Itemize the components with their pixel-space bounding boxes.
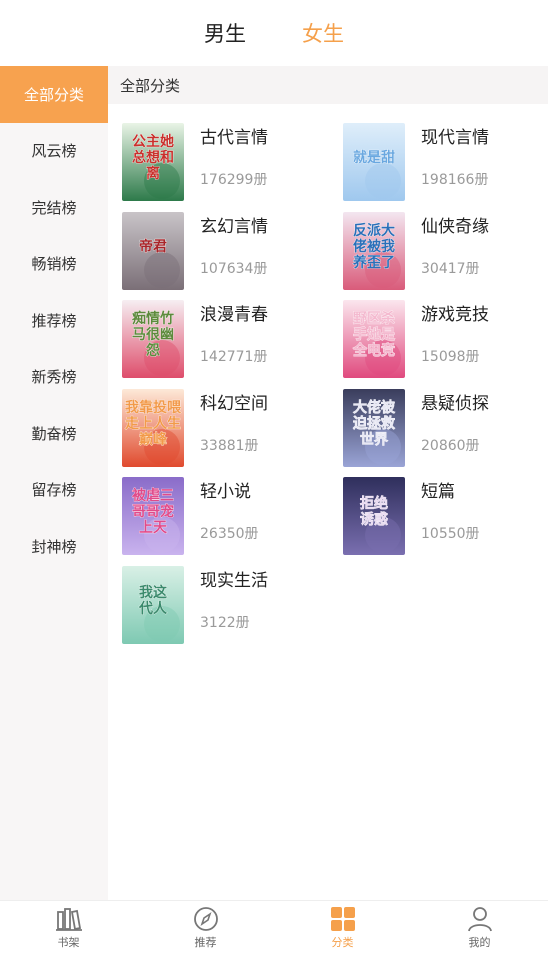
section-title: 全部分类 — [108, 66, 548, 104]
category-item[interactable]: 反派大 佬被我 养歪了 仙侠奇缘 30417册 — [343, 211, 543, 290]
cover-title-text: 马很幽 — [132, 326, 174, 343]
tab-recommend-label: 推荐 — [194, 936, 217, 949]
cover-title-text: 诱惑 — [360, 511, 388, 528]
sidebar-item-legend[interactable]: 封神榜 — [0, 518, 108, 575]
cover-title-text: 大佬被 — [353, 399, 396, 416]
book-cover-image: 就是甜 — [343, 123, 405, 201]
category-content: 全部分类 公主她 总想和离古代言情 176299册 就是甜 现代言情 198166册 帝君玄… — [108, 66, 548, 900]
category-name: 游戏竞技 — [421, 305, 489, 326]
category-count: 198166册 — [421, 172, 489, 188]
cover-title-text: 养歪了 — [352, 254, 395, 271]
category-item[interactable]: 大佬被 迫拯救 世界 悬疑侦探 20860册 — [343, 388, 543, 467]
category-item[interactable]: 我靠投喂 走上人生 巅峰 科幻空间 33881册 — [122, 388, 322, 467]
category-item[interactable]: 帝君 玄幻言情 107634册 — [122, 211, 322, 290]
bookshelf-icon — [55, 908, 82, 931]
category-count: 33881册 — [200, 437, 259, 454]
category-count: 15098册 — [421, 349, 480, 366]
book-cover-image: 大佬被 迫拯救 世界 — [343, 388, 405, 467]
tab-bookshelf-label: 书架 — [57, 936, 80, 949]
sidebar-item-bestseller[interactable]: 畅销榜 — [0, 236, 108, 293]
category-item[interactable]: 野区杀 手她是 全电竞 游戏竞技 15098册 — [343, 300, 543, 379]
category-count: 142771册 — [200, 349, 268, 366]
cover-title-text: 上天 — [139, 520, 168, 536]
cover-title-text: 迫拯救 — [352, 415, 396, 432]
cover-title-text: 野区杀 — [353, 310, 395, 327]
cover-title-text: 帝君 — [139, 238, 167, 255]
cover-title-text: 怨 — [145, 342, 160, 359]
sidebar-item-fengyun[interactable]: 风云榜 — [0, 123, 108, 180]
category-item[interactable]: 公主她 总想和离古代言情 176299册 — [122, 123, 322, 201]
cover-title-text: 我靠投喂 — [125, 399, 182, 416]
compass-icon — [193, 907, 218, 931]
category-count: 10550册 — [421, 526, 480, 543]
cover-title-text: 走上人生 — [125, 415, 181, 432]
tab-recommend[interactable]: 推荐 — [137, 901, 274, 955]
sidebar-item-retention[interactable]: 留存榜 — [0, 462, 108, 519]
cover-title-text: 公主她 — [132, 133, 174, 150]
tab-category-label: 分类 — [331, 936, 354, 949]
category-name: 玄幻言情 — [200, 216, 268, 237]
cover-title-text: 巅峰 — [139, 431, 168, 448]
cover-title-text: 佬被我 — [353, 238, 395, 255]
sidebar-item-recommend[interactable]: 推荐榜 — [0, 292, 108, 349]
grid-icon — [330, 907, 355, 931]
category-item[interactable]: 被虐三 哥哥宠 上天 轻小说 26350册 — [122, 477, 322, 556]
sidebar-item-all[interactable]: 全部分类 — [0, 66, 108, 123]
category-name: 仙侠奇缘 — [421, 216, 489, 237]
book-cover-image: 被虐三 哥哥宠 上天 — [122, 477, 184, 556]
category-item[interactable]: 拒绝 诱惑 短篇 10550册 — [343, 477, 543, 556]
category-count: 20860册 — [421, 437, 480, 454]
cover-title-text: 手她是 — [353, 326, 396, 343]
category-name: 现实生活 — [200, 571, 268, 591]
category-count: 3122册 — [200, 615, 250, 631]
book-cover-image: 帝君 — [122, 211, 184, 290]
cover-title-text: 拒绝 — [360, 495, 388, 512]
tab-male[interactable]: 男生 — [204, 18, 246, 48]
category-name: 浪漫青春 — [200, 305, 268, 326]
cover-title-text: 世界 — [360, 431, 389, 448]
category-count: 30417册 — [421, 260, 480, 277]
category-name: 悬疑侦探 — [421, 393, 489, 414]
cover-title-text: 反派大 — [353, 222, 395, 239]
book-cover-image: 野区杀 手她是 全电竞 — [343, 300, 405, 379]
book-cover-image: 公主她 总想和离 — [122, 123, 184, 201]
tab-profile[interactable]: 我的 — [411, 901, 548, 955]
category-name: 短篇 — [421, 482, 455, 503]
category-item[interactable]: 就是甜 现代言情 198166册 — [343, 123, 543, 201]
sidebar-item-diligent[interactable]: 勤奋榜 — [0, 405, 108, 462]
tab-female[interactable]: 女生 — [302, 18, 344, 48]
category-count: 107634册 — [200, 260, 268, 277]
category-count: 176299册 — [200, 172, 268, 188]
ranking-sidebar: 全部分类 风云榜 完结榜 畅销榜 推荐榜 新秀榜 勤奋榜 留存榜 封神榜 — [0, 66, 108, 900]
gender-tab-bar: 男生 女生 — [0, 0, 548, 66]
category-name: 科幻空间 — [200, 393, 268, 414]
book-cover-image: 我这 代人 — [122, 566, 184, 644]
cover-title-text: 总想和 — [132, 149, 174, 166]
tab-category[interactable]: 分类 — [274, 901, 411, 955]
book-cover-image: 我靠投喂 走上人生 巅峰 — [122, 388, 184, 467]
cover-title-text: 我这 — [139, 584, 167, 601]
book-cover-image: 拒绝 诱惑 — [343, 477, 405, 556]
category-name: 古代言情 — [200, 128, 268, 148]
sidebar-item-newcomer[interactable]: 新秀榜 — [0, 349, 108, 406]
cover-title-text: 离 — [146, 165, 160, 182]
category-count: 26350册 — [200, 526, 259, 543]
bottom-tab-bar: 书架 推荐 分类 我的 — [0, 900, 548, 955]
tab-bookshelf[interactable]: 书架 — [0, 901, 137, 955]
cover-title-text: 痴情竹 — [132, 310, 174, 327]
sidebar-item-completed[interactable]: 完结榜 — [0, 179, 108, 236]
category-name: 轻小说 — [200, 482, 251, 503]
cover-title-text: 全电竞 — [352, 342, 395, 359]
category-item[interactable]: 我这 代人 现实生活 3122册 — [122, 566, 322, 644]
category-item[interactable]: 痴情竹 马很幽怨浪漫青春 142771册 — [122, 300, 322, 379]
book-cover-image: 反派大 佬被我 养歪了 — [343, 211, 405, 290]
cover-title-text: 被虐三 — [132, 487, 174, 504]
category-name: 现代言情 — [421, 128, 489, 148]
user-icon — [467, 907, 492, 932]
cover-title-text: 就是甜 — [353, 149, 395, 166]
cover-title-text: 哥哥宠 — [132, 503, 174, 520]
book-cover-image: 痴情竹 马很幽怨 — [122, 300, 184, 379]
tab-profile-label: 我的 — [468, 936, 491, 949]
cover-title-text: 代人 — [138, 600, 168, 617]
